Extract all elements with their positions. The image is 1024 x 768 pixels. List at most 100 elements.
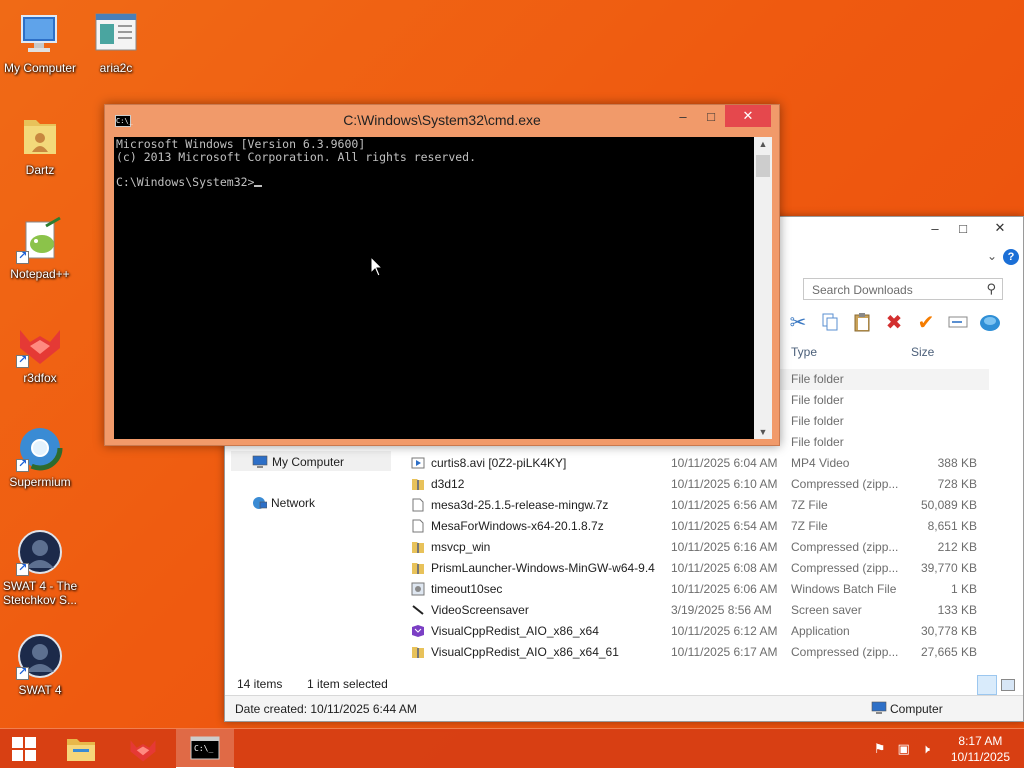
file-row[interactable]: curtis8.avi [0Z2-piLK4KY] 10/11/2025 6:04… (409, 453, 989, 474)
nav-item-network[interactable]: Network (231, 493, 391, 513)
clock[interactable]: 8:17 AM 10/11/2025 (951, 733, 1010, 765)
scroll-up-icon[interactable]: ▲ (754, 139, 772, 149)
file-date: 10/11/2025 6:16 AM (671, 540, 778, 554)
copy-icon[interactable] (817, 309, 843, 335)
file-size: 212 KB (937, 540, 977, 554)
folder-icon (67, 739, 95, 761)
minimize-icon[interactable]: – (921, 217, 949, 239)
file-row[interactable]: d3d12 10/11/2025 6:10 AM Compressed (zipp.… (409, 474, 989, 495)
computer-icon (16, 10, 64, 58)
desktop-icon-aria2c[interactable]: aria2c (76, 10, 156, 75)
desktop-icon-supermium[interactable]: Supermium (0, 424, 80, 489)
start-button[interactable] (0, 729, 48, 768)
taskbar-r3dfox[interactable] (114, 729, 172, 768)
checkmark-icon[interactable]: ✔ (913, 309, 939, 335)
action-center-flag-icon[interactable]: ⚑ (874, 741, 886, 757)
file-row[interactable]: VisualCppRedist_AIO_x86_x64_61 10/11/2025… (409, 642, 989, 663)
file-type: File folder (791, 414, 844, 428)
details-view-icon[interactable] (977, 675, 997, 695)
zip-folder-icon (411, 477, 425, 491)
file-size: 133 KB (937, 603, 977, 617)
file-date: 10/11/2025 6:56 AM (671, 498, 778, 512)
cmd-window[interactable]: C:\_ C:\Windows\System32\cmd.exe – □ ✕ M… (104, 104, 780, 446)
desktop-icon-label: r3dfox (23, 371, 57, 385)
nav-item-my-computer[interactable]: My Computer (231, 451, 391, 471)
file-icon (411, 519, 425, 533)
network-status-icon[interactable]: ▣ (898, 741, 910, 757)
r3dfox-icon (16, 320, 64, 368)
desktop-icon-label: Dartz (25, 163, 55, 177)
file-size: 728 KB (937, 477, 977, 491)
desktop-icon-label: Supermium (9, 475, 71, 489)
file-size: 8,651 KB (927, 519, 977, 533)
file-row[interactable]: MesaForWindows-x64-20.1.8.7z 10/11/2025 6… (409, 516, 989, 537)
delete-icon[interactable]: ✖ (881, 309, 907, 335)
desktop-icon-r3dfox[interactable]: r3dfox (0, 320, 80, 385)
column-header-size[interactable]: Size (911, 339, 934, 365)
desktop-icon-notepadpp[interactable]: Notepad++ (0, 216, 80, 281)
desktop-icon-label: SWAT 4 (18, 683, 62, 697)
file-type: File folder (791, 435, 844, 449)
taskbar-file-explorer[interactable] (52, 729, 110, 768)
volume-muted-icon[interactable]: 🕨 (922, 741, 930, 757)
view-buttons (977, 675, 1015, 695)
file-name: VideoScreensaver (431, 603, 529, 617)
r3dfox-icon (130, 740, 156, 762)
cut-icon[interactable]: ✂ (785, 309, 811, 335)
column-header-type[interactable]: Type (791, 339, 817, 365)
shortcut-arrow-icon (16, 561, 29, 576)
search-icon[interactable]: ⚲ (986, 281, 996, 297)
windows-logo-icon (12, 737, 36, 761)
console-output[interactable]: Microsoft Windows [Version 6.3.9600] (c) … (114, 137, 754, 439)
file-date: 10/11/2025 6:10 AM (671, 477, 778, 491)
zip-folder-icon (411, 561, 425, 575)
scroll-down-icon[interactable]: ▼ (754, 427, 772, 437)
taskbar-cmd[interactable]: C:\_ (176, 729, 234, 768)
video-file-icon (411, 456, 425, 470)
desktop-icon-swat4-stetchkov[interactable]: SWAT 4 - The Stetchkov S... (0, 528, 80, 607)
swat4-icon (16, 632, 64, 680)
search-input[interactable]: Search Downloads ⚲ (803, 278, 1003, 300)
maximize-icon[interactable]: □ (697, 105, 725, 127)
file-name: mesa3d-25.1.5-release-mingw.7z (431, 498, 609, 512)
file-row[interactable]: mesa3d-25.1.5-release-mingw.7z 10/11/2025… (409, 495, 989, 516)
screensaver-icon (411, 603, 425, 617)
file-row[interactable]: VisualCppRedist_AIO_x86_x64 10/11/2025 6:… (409, 621, 989, 642)
console-prompt-line: C:\Windows\System32> (116, 175, 752, 189)
console-line: (c) 2013 Microsoft Corporation. All righ… (116, 149, 477, 164)
swat4-icon (16, 528, 64, 576)
file-row[interactable]: VideoScreensaver 3/19/2025 8:56 AM Screen … (409, 600, 989, 621)
file-row[interactable]: PrismLauncher-Windows-MinGW-w64-9.4 10/11… (409, 558, 989, 579)
scroll-thumb[interactable] (756, 155, 770, 177)
nav-item-label: My Computer (272, 455, 345, 469)
maximize-icon[interactable]: □ (949, 217, 977, 239)
file-date: 10/11/2025 6:08 AM (671, 561, 778, 575)
vertical-scrollbar[interactable]: ▲ ▼ (754, 137, 772, 439)
close-icon[interactable]: ✕ (977, 217, 1023, 239)
text-cursor (254, 184, 263, 187)
help-icon[interactable]: ? (1003, 249, 1019, 265)
rename-icon[interactable] (945, 309, 971, 335)
details-bar: Date created: 10/11/2025 6:44 AM Compute… (225, 695, 1023, 721)
date-created: Date created: 10/11/2025 6:44 AM (235, 702, 417, 716)
file-row[interactable]: timeout10sec 10/11/2025 6:06 AM Windows Ba… (409, 579, 989, 600)
file-row[interactable]: msvcp_win 10/11/2025 6:16 AM Compressed (z… (409, 537, 989, 558)
file-name: VisualCppRedist_AIO_x86_x64 (431, 624, 599, 638)
desktop-icon-swat4[interactable]: SWAT 4 (0, 632, 80, 697)
navigation-pane: My Computer Network (231, 451, 391, 513)
status-bar: 14 items 1 item selected (237, 677, 388, 691)
close-icon[interactable]: ✕ (725, 105, 771, 127)
paste-icon[interactable] (849, 309, 875, 335)
minimize-icon[interactable]: – (669, 105, 697, 127)
file-type: 7Z File (791, 498, 828, 512)
cmd-titlebar[interactable]: C:\_ C:\Windows\System32\cmd.exe – □ ✕ (105, 105, 779, 137)
chevron-down-icon[interactable]: ⌄ (987, 249, 997, 263)
properties-icon[interactable] (977, 309, 1003, 335)
large-icons-view-icon[interactable] (1001, 679, 1015, 691)
user-folder-icon (16, 112, 64, 160)
desktop-icon-my-computer[interactable]: My Computer (0, 10, 80, 75)
file-icon (411, 498, 425, 512)
desktop-icon-dartz[interactable]: Dartz (0, 112, 80, 177)
file-type: Windows Batch File (791, 582, 897, 596)
desktop-icon-label: SWAT 4 - The Stetchkov S... (2, 579, 78, 607)
